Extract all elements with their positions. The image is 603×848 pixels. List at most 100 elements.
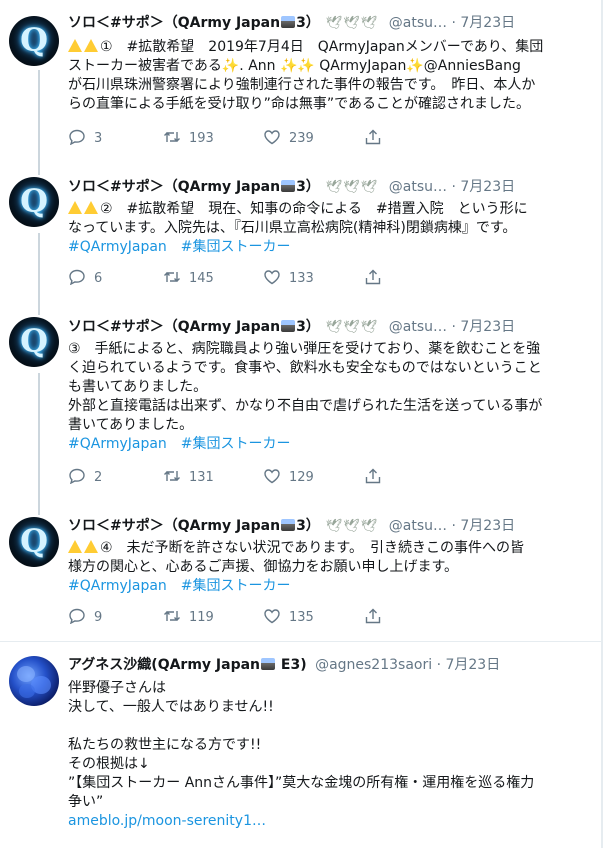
tweet-line: く迫られているようです。食事や、飲料水も安全なものではないということ (68, 360, 542, 376)
retweet-icon (164, 471, 180, 481)
display-name[interactable]: ソロ＜#サポ＞（QArmy Japan (68, 179, 280, 195)
display-name[interactable]: ソロ＜#サポ＞（QArmy Japan (68, 319, 280, 335)
like-button[interactable]: 239 (263, 129, 314, 146)
hashtag-line[interactable]: #QArmyJapan #集団ストーカー (68, 435, 588, 454)
avatar[interactable]: Q (9, 317, 59, 367)
handle[interactable]: @atsu… (389, 518, 447, 534)
tweet-header: ソロ＜#サポ＞（QArmy Japan 3） 🕊🕊🕊 @atsu… · 7月23日 (68, 178, 515, 197)
reply-icon (69, 129, 85, 145)
retweet-button[interactable]: 193 (163, 129, 214, 146)
mountain-icon (281, 180, 296, 192)
share-button[interactable] (364, 468, 390, 485)
warning-icon (84, 540, 98, 553)
display-name-suffix[interactable]: 3） (296, 319, 320, 335)
display-name-suffix[interactable]: 3） (296, 518, 320, 534)
retweet-button[interactable]: 131 (163, 468, 214, 485)
tweet-line: ① #拡散希望 2019年7月4日 QArmyJapanメンバーであり、集団 (68, 38, 588, 57)
display-name[interactable]: アグネス沙織(QArmy Japan (68, 657, 260, 673)
like-count: 133 (289, 271, 314, 286)
display-name-suffix[interactable]: 3） (296, 179, 320, 195)
reply-count: 2 (94, 470, 103, 485)
separator-dot: · (451, 15, 456, 31)
tweet-4[interactable]: Q ソロ＜#サポ＞（QArmy Japan 3） 🕊🕊🕊 @atsu… · 7月23… (0, 503, 601, 641)
tweet-2[interactable]: Q ソロ＜#サポ＞（QArmy Japan 3） 🕊🕊🕊 @atsu… · 7月23… (0, 163, 601, 303)
like-icon (264, 469, 280, 484)
tweet-1[interactable]: Q ソロ＜#サポ＞（QArmy Japan 3） 🕊🕊🕊 @atsu… · 7月23… (0, 0, 601, 163)
avatar[interactable]: Q (9, 177, 59, 227)
hashtag-line[interactable]: #QArmyJapan #集団ストーカー (68, 577, 588, 596)
reply-button[interactable]: 9 (68, 608, 102, 625)
retweet-button[interactable]: 119 (163, 608, 214, 625)
handle[interactable]: @agnes213saori (315, 657, 432, 673)
thread-line (38, 373, 40, 503)
retweet-count: 193 (189, 131, 214, 146)
mountain-icon (261, 658, 276, 670)
display-name[interactable]: ソロ＜#サポ＞（QArmy Japan (68, 518, 280, 534)
dove-icons: 🕊🕊🕊 (325, 320, 379, 335)
separator-dot: · (451, 319, 456, 335)
thread-line (38, 70, 40, 163)
tweet-actions: 6 145 133 (68, 269, 448, 287)
tweet-line: も書いてありました。 (68, 379, 208, 395)
dove-icons: 🕊🕊🕊 (325, 16, 379, 31)
hashtag-line[interactable]: #QArmyJapan #集団ストーカー (68, 238, 588, 257)
share-icon (365, 129, 381, 145)
avatar[interactable] (9, 656, 59, 706)
like-button[interactable]: 129 (263, 468, 314, 485)
q-logo-icon: Q (20, 322, 48, 360)
tweet-date[interactable]: 7月23日 (460, 15, 515, 31)
avatar[interactable]: Q (9, 517, 59, 567)
rose-petal (19, 684, 35, 698)
separator-dot: · (451, 518, 456, 534)
avatar[interactable]: Q (9, 16, 59, 66)
tweet-line: 私たちの救世主になる方です!! (68, 737, 262, 753)
warning-icon (84, 39, 98, 52)
thread-line (38, 163, 40, 175)
warning-icon (68, 39, 82, 52)
tweet-date[interactable]: 7月23日 (445, 657, 500, 673)
like-count: 239 (289, 131, 314, 146)
like-button[interactable]: 133 (263, 269, 314, 286)
tweet-date[interactable]: 7月23日 (460, 518, 515, 534)
tweet-line: ③ 手紙によると、病院職員より強い弾圧を受けており、薬を飲むことを強 (68, 341, 541, 357)
reply-button[interactable]: 3 (68, 129, 102, 146)
handle[interactable]: @atsu… (389, 319, 447, 335)
share-button[interactable] (364, 269, 390, 286)
tweet-line: らの直筆による手紙を受け取り”命は無事”であることが確認されました。 (68, 96, 530, 112)
warning-icon (68, 540, 82, 553)
share-icon (365, 269, 381, 285)
tweet-line: ④ 未だ予断を許さない状況であります。 引き続きこの事件への皆 (68, 539, 588, 558)
q-logo-icon: Q (20, 21, 48, 59)
tweet-date[interactable]: 7月23日 (460, 319, 515, 335)
handle[interactable]: @atsu… (389, 179, 447, 195)
tweet-line: 伴野優子さんは (68, 680, 166, 696)
external-link[interactable]: ameblo.jp/moon-serenity1… (68, 812, 588, 831)
retweet-button[interactable]: 145 (163, 269, 214, 286)
tweet-header: アグネス沙織(QArmy Japan E3) @agnes213saori · … (68, 656, 500, 674)
tweet-line: ② #拡散希望 現在、知事の命令による #措置入院 という形に (68, 200, 588, 219)
warning-icon (84, 201, 98, 214)
reply-button[interactable]: 6 (68, 269, 102, 286)
retweet-icon (164, 132, 180, 142)
display-name[interactable]: ソロ＜#サポ＞（QArmy Japan (68, 15, 280, 31)
tweet-header: ソロ＜#サポ＞（QArmy Japan 3） 🕊🕊🕊 @atsu… · 7月23日 (68, 517, 515, 536)
display-name-suffix[interactable]: 3） (296, 15, 320, 31)
thread-line (38, 303, 40, 315)
tweet-3[interactable]: Q ソロ＜#サポ＞（QArmy Japan 3） 🕊🕊🕊 @atsu… · 7月23… (0, 303, 601, 503)
thread-line (38, 233, 40, 303)
handle[interactable]: @atsu… (389, 15, 447, 31)
tweet-actions: 3 193 239 (68, 129, 448, 147)
like-button[interactable]: 135 (263, 608, 314, 625)
tweet-line: 外部と直接電話は出来ず、かなり不自由で虐げられた生活を送っている事が (68, 398, 543, 414)
display-name-suffix[interactable]: E3) (276, 657, 307, 673)
dove-icons: 🕊🕊🕊 (325, 180, 379, 195)
reply-count: 9 (94, 610, 103, 625)
tweet-text: ① #拡散希望 2019年7月4日 QArmyJapanメンバーであり、集団 ス… (68, 38, 588, 114)
tweet-date[interactable]: 7月23日 (460, 179, 515, 195)
reply-button[interactable]: 2 (68, 468, 102, 485)
share-button[interactable] (364, 608, 390, 625)
share-button[interactable] (364, 129, 390, 146)
tweet-5[interactable]: アグネス沙織(QArmy Japan E3) @agnes213saori · … (0, 642, 601, 848)
like-icon (264, 130, 280, 145)
tweet-line: その根拠は↓ (68, 756, 150, 772)
